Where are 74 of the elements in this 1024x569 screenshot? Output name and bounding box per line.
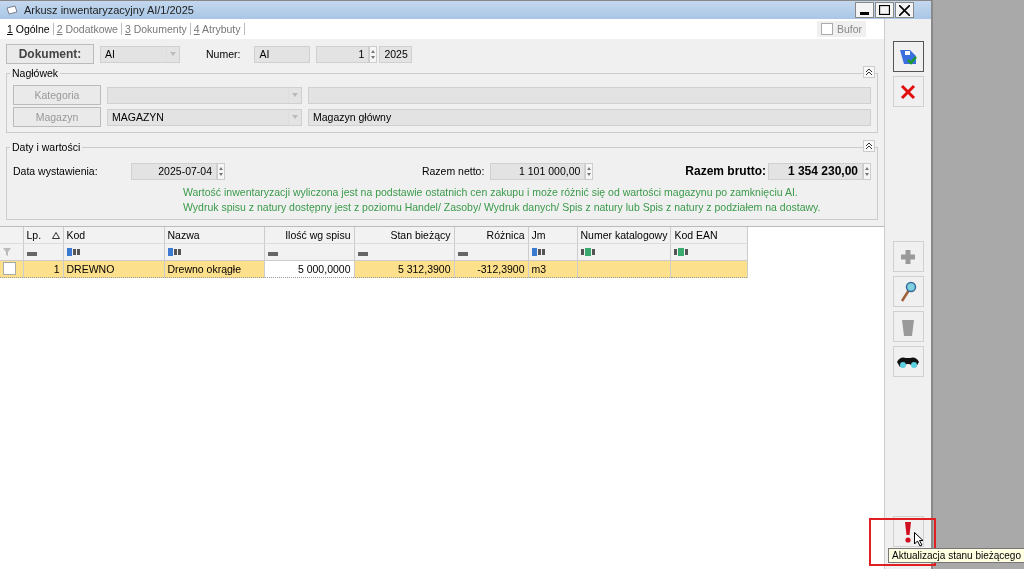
- save-button[interactable]: [892, 41, 924, 72]
- document-icon: [6, 5, 18, 15]
- preview-button[interactable]: [892, 346, 924, 377]
- section-title: Daty i wartości: [10, 141, 83, 153]
- description-field[interactable]: [308, 86, 871, 104]
- date-field[interactable]: 2025-07-04: [131, 162, 217, 180]
- dropdown-arrow-icon: [292, 115, 298, 119]
- double-chevron-icon: [865, 142, 873, 150]
- column-header[interactable]: Numer katalogowy: [577, 227, 671, 244]
- equals-filter-icon: [267, 252, 278, 256]
- info-note: Wydruk spisu z natury dostępny jest z poziomu Handel/ Zasoby/ Wydruk danych/ Spis z natury lub Spis z natury z podziałem na dostawy.: [183, 200, 822, 215]
- exclamation-icon: [904, 520, 912, 543]
- column-header[interactable]: Ilość wg spisu: [264, 227, 354, 244]
- text-filter-icon: [167, 248, 183, 256]
- close-icon: [900, 83, 916, 100]
- column-header[interactable]: Lp.: [23, 227, 63, 244]
- column-header[interactable]: Stan bieżący: [354, 227, 454, 244]
- maximize-icon: [879, 5, 890, 15]
- tab[interactable]: 1 Ogólne: [4, 23, 54, 35]
- date-label: Data wystawienia:: [13, 165, 99, 177]
- tab[interactable]: 2 Dodatkowe: [53, 23, 122, 35]
- contains-filter-icon: [674, 248, 690, 256]
- dropdown-arrow-icon: [170, 52, 176, 56]
- number-label: Numer:: [206, 48, 241, 60]
- cancel-button[interactable]: [892, 76, 924, 107]
- contains-filter-icon: [580, 248, 596, 256]
- dropdown-arrow-icon: [292, 93, 298, 97]
- checkbox[interactable]: [820, 23, 833, 35]
- dropdown-field[interactable]: MAGAZYN: [107, 108, 302, 126]
- column-header[interactable]: Kod: [63, 227, 164, 244]
- column-header[interactable]: Nazwa: [164, 227, 264, 244]
- column-header[interactable]: Jm: [528, 227, 577, 244]
- tooltip: Aktualizacja stanu bieżącego: [888, 548, 1024, 563]
- close-icon: [899, 4, 910, 16]
- section-title: Nagłówek: [10, 67, 61, 79]
- plus-icon: [900, 248, 916, 265]
- text-filter-icon: [531, 248, 547, 256]
- checkbox-label: Bufor: [836, 23, 862, 35]
- equals-filter-icon: [26, 252, 37, 256]
- gross-spinner[interactable]: [863, 162, 871, 180]
- double-chevron-icon: [865, 68, 873, 76]
- text-filter-icon: [66, 248, 82, 256]
- net-total-field: 1 101 000,00: [490, 162, 586, 180]
- minimize-icon: [860, 11, 869, 15]
- document-type-dropdown[interactable]: AI: [100, 45, 180, 63]
- number-spinner[interactable]: [369, 45, 378, 63]
- edit-button[interactable]: [892, 276, 924, 307]
- net-total-label: Razem netto:: [421, 165, 485, 177]
- collapse-button[interactable]: [863, 140, 875, 152]
- dropdown-field[interactable]: [107, 86, 302, 104]
- gross-total-field: 1 354 230,00: [768, 162, 863, 180]
- description-field[interactable]: Magazyn główny: [308, 108, 871, 126]
- magnifier-icon: [899, 280, 917, 303]
- minimize-button[interactable]: [855, 2, 874, 18]
- gross-total-label: Razem brutto:: [685, 164, 766, 178]
- tab[interactable]: 3 Dokumenty: [121, 23, 191, 35]
- column-header[interactable]: Kod EAN: [670, 227, 748, 244]
- date-spinner[interactable]: [217, 162, 225, 180]
- row-checkbox[interactable]: [3, 261, 16, 275]
- document-button[interactable]: Dokument:: [6, 44, 94, 64]
- number-prefix-field[interactable]: AI: [254, 45, 311, 63]
- equals-filter-icon: [357, 252, 368, 256]
- info-note: Wartość inwentaryzacji wyliczona jest na podstawie ostatnich cen zakupu i może różnić się od wartości magazynu po zamknięciu AI.: [183, 185, 799, 200]
- equals-filter-icon: [457, 252, 468, 256]
- window-title: Arkusz inwentaryzacyjny AI/1/2025: [24, 4, 195, 16]
- year-field[interactable]: 2025: [379, 45, 413, 63]
- close-button[interactable]: [895, 2, 914, 18]
- maximize-button[interactable]: [875, 2, 894, 18]
- number-field[interactable]: 1: [316, 45, 370, 63]
- column-header[interactable]: Różnica: [454, 227, 528, 244]
- tab[interactable]: 4 Atrybuty: [190, 23, 245, 35]
- cursor-icon: [914, 532, 924, 547]
- net-spinner[interactable]: [585, 162, 594, 180]
- collapse-button[interactable]: [863, 66, 875, 78]
